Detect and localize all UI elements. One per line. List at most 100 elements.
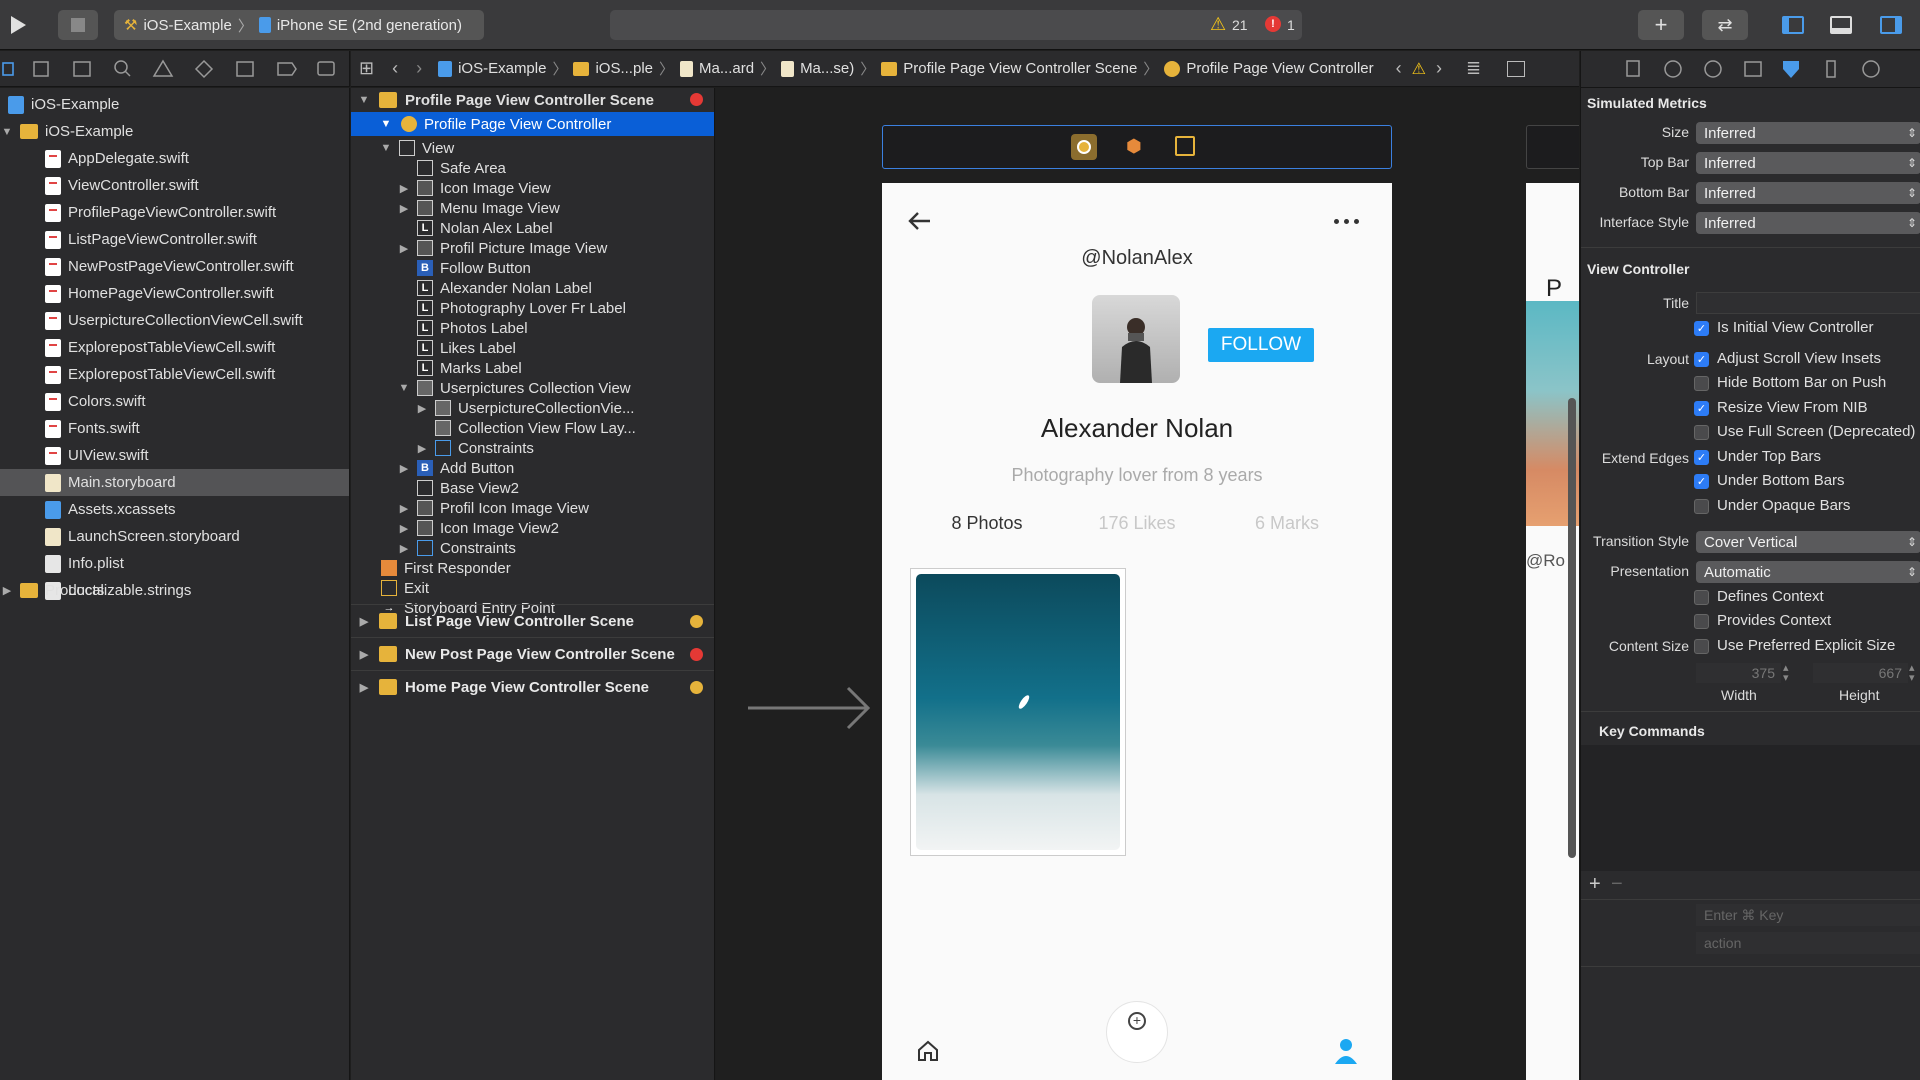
disclosure-closed-icon[interactable]: ▶ — [397, 202, 411, 215]
outline-scene-row[interactable]: ▶ Home Page View Controller Scene — [351, 670, 714, 703]
file-row[interactable]: HomePageViewController.swift — [0, 280, 349, 307]
disclosure-closed-icon[interactable]: ▶ — [357, 615, 371, 628]
height-field[interactable]: 667 — [1813, 663, 1908, 683]
full-screen-checkbox[interactable] — [1694, 425, 1709, 440]
back-button[interactable]: ‹ — [392, 58, 398, 79]
disclosure-closed-icon[interactable]: ▶ — [357, 648, 371, 661]
disclosure-closed-icon[interactable]: ▶ — [397, 502, 411, 515]
warning-dot-icon[interactable] — [690, 681, 703, 694]
width-field[interactable]: 375 — [1696, 663, 1781, 683]
scheme-selector[interactable]: ⚒ iOS-Example 〉 iPhone SE (2nd generatio… — [114, 10, 484, 40]
transition-style-select[interactable]: Cover Vertical — [1696, 531, 1920, 553]
breadcrumb-project[interactable]: iOS-Example — [438, 60, 546, 77]
outline-controller-row[interactable]: ▼ Profile Page View Controller — [351, 112, 714, 136]
profile-tab-icon[interactable] — [1334, 1038, 1358, 1064]
editor-options-icon[interactable]: ≣ — [1466, 58, 1481, 79]
breadcrumb-file[interactable]: Ma...ard — [680, 60, 754, 77]
toggle-inspector-button[interactable] — [1868, 10, 1914, 40]
add-editor-icon[interactable] — [1507, 60, 1526, 77]
breadcrumb-controller[interactable]: Profile Page View Controller — [1164, 60, 1374, 77]
key-commands-table[interactable] — [1581, 745, 1920, 871]
file-row[interactable]: AppDelegate.swift — [0, 145, 349, 172]
file-row[interactable]: ViewController.swift — [0, 172, 349, 199]
defines-context-checkbox[interactable] — [1694, 590, 1709, 605]
project-row[interactable]: iOS-Example — [0, 91, 349, 118]
ocean-photo[interactable] — [916, 574, 1120, 850]
storyboard-canvas[interactable]: ⬢ @NolanAlex FOLLOW Alexander Nolan Phot… — [716, 88, 1579, 1080]
more-icon[interactable] — [1334, 219, 1364, 225]
resize-nib-checkbox[interactable]: ✓ — [1694, 401, 1709, 416]
disclosure-open-icon[interactable]: ▼ — [379, 142, 393, 154]
file-row[interactable]: Colors.swift — [0, 388, 349, 415]
follow-button[interactable]: FOLLOW — [1208, 328, 1314, 362]
preferred-size-checkbox[interactable] — [1694, 639, 1709, 654]
provides-context-checkbox[interactable] — [1694, 614, 1709, 629]
file-row[interactable]: ListPageViewController.swift — [0, 226, 349, 253]
disclosure-closed-icon[interactable]: ▶ — [397, 462, 411, 475]
width-stepper[interactable]: ▴ ▾ — [1783, 663, 1795, 684]
outline-scene-row[interactable]: ▶ List Page View Controller Scene — [351, 604, 714, 637]
prev-issue-button[interactable]: ‹ — [1396, 58, 1402, 79]
presentation-select[interactable]: Automatic — [1696, 561, 1920, 583]
disclosure-closed-icon[interactable]: ▶ — [397, 242, 411, 255]
under-opaque-bars-checkbox[interactable] — [1694, 499, 1709, 514]
library-button[interactable]: + — [1638, 10, 1684, 40]
action-input[interactable]: action — [1696, 932, 1920, 954]
disclosure-closed-icon[interactable]: ▶ — [357, 681, 371, 694]
activity-view[interactable]: ⚠ 21 ! 1 — [610, 10, 1302, 40]
file-row[interactable]: Assets.xcassets — [0, 496, 349, 523]
file-row[interactable]: NewPostPageViewController.swift — [0, 253, 349, 280]
outline-scene-header[interactable]: ▼ Profile Page View Controller Scene — [351, 88, 714, 112]
under-bottom-bars-checkbox[interactable]: ✓ — [1694, 474, 1709, 489]
top-bar-select[interactable]: Inferred — [1696, 152, 1920, 174]
adjust-insets-checkbox[interactable]: ✓ — [1694, 352, 1709, 367]
forward-button[interactable]: › — [416, 58, 422, 79]
breadcrumb-group[interactable]: iOS...ple — [573, 60, 653, 77]
file-row[interactable]: Info.plist — [0, 550, 349, 577]
next-issue-button[interactable]: › — [1436, 58, 1442, 79]
error-dot-icon[interactable] — [690, 648, 703, 661]
title-field[interactable] — [1696, 292, 1920, 314]
profile-screen[interactable]: @NolanAlex FOLLOW Alexander Nolan Photog… — [882, 183, 1392, 1080]
breadcrumb-variant[interactable]: Ma...se) — [781, 60, 854, 77]
size-select[interactable]: Inferred — [1696, 122, 1920, 144]
warning-dot-icon[interactable] — [690, 615, 703, 628]
file-row[interactable]: ProfilePageViewController.swift — [0, 199, 349, 226]
height-stepper[interactable]: ▴ ▾ — [1909, 663, 1920, 684]
file-row[interactable]: UserpictureCollectionViewCell.swift — [0, 307, 349, 334]
canvas-scrollbar[interactable] — [1568, 398, 1576, 858]
file-row[interactable]: Fonts.swift — [0, 415, 349, 442]
disclosure-closed-icon[interactable]: ▶ — [397, 542, 411, 555]
bottom-bar-select[interactable]: Inferred — [1696, 182, 1920, 204]
toggle-debug-button[interactable] — [1818, 10, 1864, 40]
home-icon[interactable] — [916, 1039, 940, 1063]
add-button[interactable]: + — [1106, 1001, 1168, 1063]
userpictures-collection-view[interactable] — [910, 568, 1126, 856]
scene-dock[interactable]: ⬢ — [882, 125, 1392, 169]
group-row[interactable]: ▼ iOS-Example — [0, 118, 349, 145]
first-responder-icon[interactable]: ⬢ — [1126, 136, 1146, 158]
back-arrow-icon[interactable] — [908, 211, 932, 231]
stop-button[interactable] — [58, 10, 98, 40]
disclosure-closed-icon[interactable]: ▶ — [415, 442, 429, 455]
breadcrumb-scene[interactable]: Profile Page View Controller Scene — [881, 60, 1137, 77]
products-row[interactable]: ▶ Products — [0, 577, 349, 604]
file-row[interactable]: ExplorepostTableViewCell.swift — [0, 361, 349, 388]
file-row[interactable]: ExplorepostTableViewCell.swift — [0, 334, 349, 361]
key-input[interactable]: Enter ⌘ Key — [1696, 904, 1920, 926]
toggle-navigator-button[interactable] — [1770, 10, 1816, 40]
error-dot-icon[interactable] — [690, 93, 703, 106]
next-scene-dock[interactable] — [1526, 125, 1579, 169]
hide-bottom-bar-checkbox[interactable] — [1694, 376, 1709, 391]
file-row[interactable]: UIView.swift — [0, 442, 349, 469]
remove-key-command-button[interactable]: − — [1611, 873, 1623, 896]
entry-point-arrow-icon[interactable] — [748, 678, 878, 738]
disclosure-closed-icon[interactable]: ▶ — [397, 522, 411, 535]
view-controller-icon[interactable] — [1071, 134, 1097, 160]
file-row[interactable]: LaunchScreen.storyboard — [0, 523, 349, 550]
file-row[interactable]: Main.storyboard — [0, 469, 349, 496]
run-button[interactable] — [6, 10, 30, 40]
add-key-command-button[interactable]: + — [1589, 873, 1601, 896]
outline-scene-row[interactable]: ▶ New Post Page View Controller Scene — [351, 637, 714, 670]
under-top-bars-checkbox[interactable]: ✓ — [1694, 450, 1709, 465]
